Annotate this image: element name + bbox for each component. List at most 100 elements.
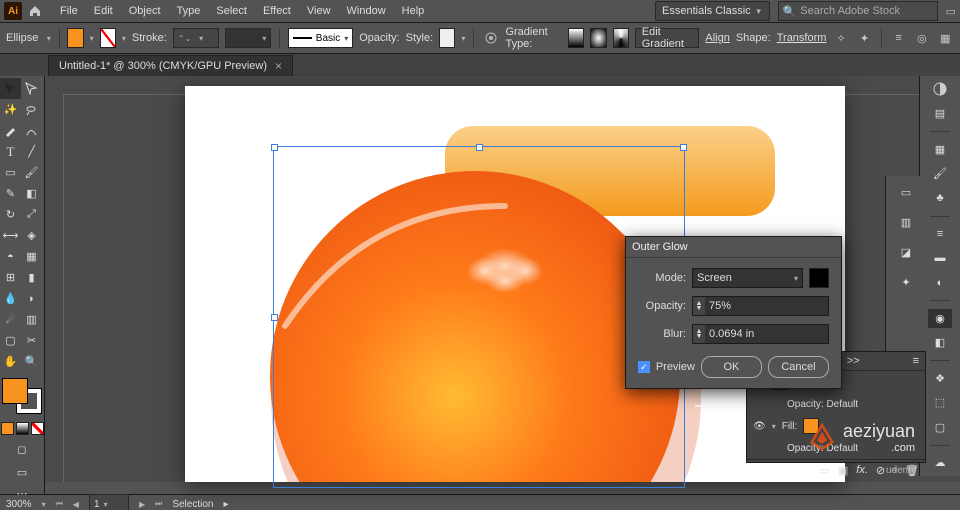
menu-window[interactable]: Window	[339, 0, 394, 22]
transparency-panel-icon[interactable]: ◐	[928, 274, 952, 293]
selection-handle[interactable]	[271, 314, 278, 321]
color-mode[interactable]	[1, 422, 14, 435]
recolor-icon[interactable]	[482, 27, 499, 49]
width-tool[interactable]: ⟷	[0, 225, 21, 246]
fill-stroke-indicator[interactable]	[0, 376, 44, 416]
preview-label[interactable]: Preview	[656, 361, 695, 373]
chevron-down-icon[interactable]: ▾	[122, 34, 126, 43]
screen-mode[interactable]: ▭	[0, 462, 44, 483]
transform-panel-icon[interactable]: ✦	[894, 270, 918, 294]
stroke-panel-icon[interactable]: ≡	[928, 224, 952, 243]
isolate-icon[interactable]: ✧	[832, 27, 849, 49]
fill-indicator[interactable]	[2, 378, 28, 404]
align-icon[interactable]: ≡	[890, 27, 907, 49]
canvas[interactable]: Outer Glow Mode: Screen▾ Opacity: ▲▼75% …	[45, 76, 960, 482]
scale-tool[interactable]: ⤢	[21, 204, 42, 225]
pen-tool[interactable]	[0, 120, 21, 141]
panel-btn-icon[interactable]: ▣	[838, 464, 848, 477]
radial-gradient-btn[interactable]	[590, 28, 606, 48]
arrange-icon[interactable]: ▭	[946, 5, 956, 18]
glow-color-swatch[interactable]	[809, 268, 829, 288]
document-tab[interactable]: Untitled-1* @ 300% (CMYK/GPU Preview) ×	[48, 55, 293, 76]
stroke-swatch-none[interactable]	[100, 28, 116, 48]
menu-effect[interactable]: Effect	[255, 0, 299, 22]
menu-select[interactable]: Select	[208, 0, 255, 22]
fill-swatch[interactable]	[67, 28, 83, 48]
menu-help[interactable]: Help	[394, 0, 433, 22]
free-transform-tool[interactable]: ◈	[21, 225, 42, 246]
chevron-down-icon[interactable]: ▾	[461, 34, 465, 43]
draw-normal[interactable]: ◻	[12, 439, 33, 460]
chevron-down-icon[interactable]: ▾	[42, 500, 46, 509]
gradient-panel-icon[interactable]: ▬	[928, 249, 952, 268]
status-menu-icon[interactable]: ▸	[223, 499, 228, 510]
opacity-input[interactable]: ▲▼75%	[692, 296, 829, 316]
align-panel-icon[interactable]: ▥	[894, 210, 918, 234]
properties-panel-icon[interactable]: ▭	[894, 180, 918, 204]
menu-file[interactable]: File	[52, 0, 86, 22]
menu-object[interactable]: Object	[121, 0, 169, 22]
hand-tool[interactable]: ✋	[0, 351, 21, 372]
line-tool[interactable]: ╱	[21, 141, 42, 162]
eye-icon[interactable]: 👁	[753, 421, 766, 432]
mesh-tool[interactable]: ⊞	[0, 267, 21, 288]
isolate2-icon[interactable]: ✦	[856, 27, 873, 49]
gradient-mode[interactable]	[16, 422, 29, 435]
blur-input[interactable]: ▲▼0.0694 in	[692, 324, 829, 344]
lasso-tool[interactable]	[21, 99, 42, 120]
shape-builder-tool[interactable]: ◓	[0, 246, 21, 267]
selection-handle[interactable]	[271, 144, 278, 151]
preview-checkbox[interactable]: ✓	[638, 361, 650, 373]
fx-icon[interactable]: fx.	[856, 464, 868, 476]
color-guide-icon[interactable]: ▤	[928, 105, 952, 124]
brushes-panel-icon[interactable]: 🖌	[928, 165, 952, 184]
close-icon[interactable]: ×	[275, 59, 282, 73]
clip-icon[interactable]: ◎	[913, 27, 930, 49]
freeform-gradient-btn[interactable]	[613, 28, 629, 48]
rotate-tool[interactable]: ↻	[0, 204, 21, 225]
nav-first-icon[interactable]: ⏮	[56, 499, 63, 509]
paintbrush-tool[interactable]: 🖌	[21, 162, 42, 183]
align-label[interactable]: Align	[705, 32, 729, 44]
direct-selection-tool[interactable]	[21, 78, 42, 99]
ok-button[interactable]: OK	[701, 356, 762, 378]
panel-menu-icon[interactable]: ≡	[913, 355, 919, 367]
nav-next-icon[interactable]: ▶	[139, 500, 145, 509]
variable-width-profile[interactable]: ▾	[225, 28, 271, 48]
symbol-tool[interactable]: ☄	[0, 309, 21, 330]
transform-label[interactable]: Transform	[777, 32, 827, 44]
perspective-tool[interactable]: ▦	[21, 246, 42, 267]
workspace-switcher[interactable]: Essentials Classic▼	[655, 1, 770, 21]
none-mode[interactable]	[31, 422, 44, 435]
symbols-panel-icon[interactable]: ♣	[928, 189, 952, 208]
menu-edit[interactable]: Edit	[86, 0, 121, 22]
graph-tool[interactable]: ▥	[21, 309, 42, 330]
menu-view[interactable]: View	[299, 0, 339, 22]
clear-icon[interactable]: ⊘	[876, 464, 885, 477]
type-tool[interactable]: T	[0, 141, 21, 162]
stroke-weight-input[interactable]: ⌃⌄▾	[173, 28, 219, 48]
nav-last-icon[interactable]: ⏭	[155, 499, 162, 509]
slice-tool[interactable]: ✂	[21, 330, 42, 351]
artboard-tool[interactable]: ▢	[0, 330, 21, 351]
selection-tool[interactable]	[0, 78, 21, 99]
chevron-down-icon[interactable]: ▾	[772, 422, 776, 431]
panel-expand-icon[interactable]: >>	[847, 355, 860, 367]
edit-gradient-button[interactable]: Edit Gradient	[635, 28, 700, 48]
panel-btn-icon[interactable]: ▭	[819, 464, 829, 477]
libraries-panel-icon[interactable]: ☁	[928, 453, 952, 472]
search-input[interactable]: 🔍 Search Adobe Stock	[778, 1, 938, 21]
brush-definition[interactable]: Basic▾	[288, 28, 353, 48]
artboard-nav[interactable]: 1▾	[89, 494, 129, 510]
selection-handle[interactable]	[476, 144, 483, 151]
selection-handle[interactable]	[680, 144, 687, 151]
pathfinder-panel-icon[interactable]: ◪	[894, 240, 918, 264]
appearance-opacity-row[interactable]: Opacity: Default	[747, 393, 925, 415]
blend-tool[interactable]: ◗	[21, 288, 42, 309]
layers-panel-icon[interactable]: ❖	[928, 369, 952, 388]
zoom-tool[interactable]: 🔍	[21, 351, 42, 372]
selection-bounding-box[interactable]	[273, 146, 685, 488]
more-icon[interactable]: ▦	[937, 27, 954, 49]
appearance-panel-icon[interactable]: ◉	[928, 309, 952, 328]
shaper-tool[interactable]: ✎	[0, 183, 21, 204]
